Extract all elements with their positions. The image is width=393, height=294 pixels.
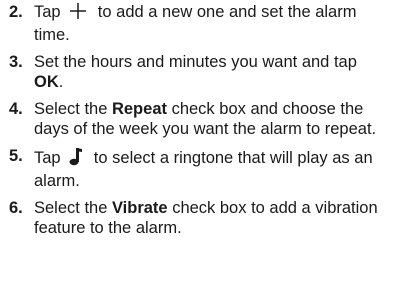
instruction-steps: 2. Tap to add a new one and set the alar…	[0, 2, 393, 245]
step-bold-term: OK	[34, 73, 59, 91]
step-text: to select a ringtone that will play as a…	[34, 149, 373, 190]
step-number: 2.	[9, 3, 23, 21]
step-text: .	[58, 73, 64, 91]
step-text: Tap	[34, 149, 61, 167]
step-bold-term: Repeat	[111, 100, 167, 118]
step-number: 3.	[9, 53, 23, 71]
step-text: Select the	[34, 100, 112, 118]
step-item: 5. Tap to select a ringtone that will pl…	[0, 146, 393, 191]
step-item: 6. Select the Vibrate check box to add a…	[0, 198, 393, 238]
step-text: Select the	[34, 199, 112, 217]
step-text: Tap	[34, 3, 61, 21]
step-number: 5.	[9, 147, 23, 165]
step-text: Set the hours and minutes you want and t…	[34, 53, 357, 71]
step-number: 6.	[9, 199, 23, 217]
step-item: 3. Set the hours and minutes you want an…	[0, 52, 393, 92]
plus-icon	[69, 2, 87, 25]
step-bold-term: Vibrate	[111, 199, 168, 217]
step-item: 4. Select the Repeat check box and choos…	[0, 99, 393, 139]
step-number: 4.	[9, 100, 23, 118]
music-note-icon	[69, 146, 83, 171]
step-item: 2. Tap to add a new one and set the alar…	[0, 2, 393, 45]
